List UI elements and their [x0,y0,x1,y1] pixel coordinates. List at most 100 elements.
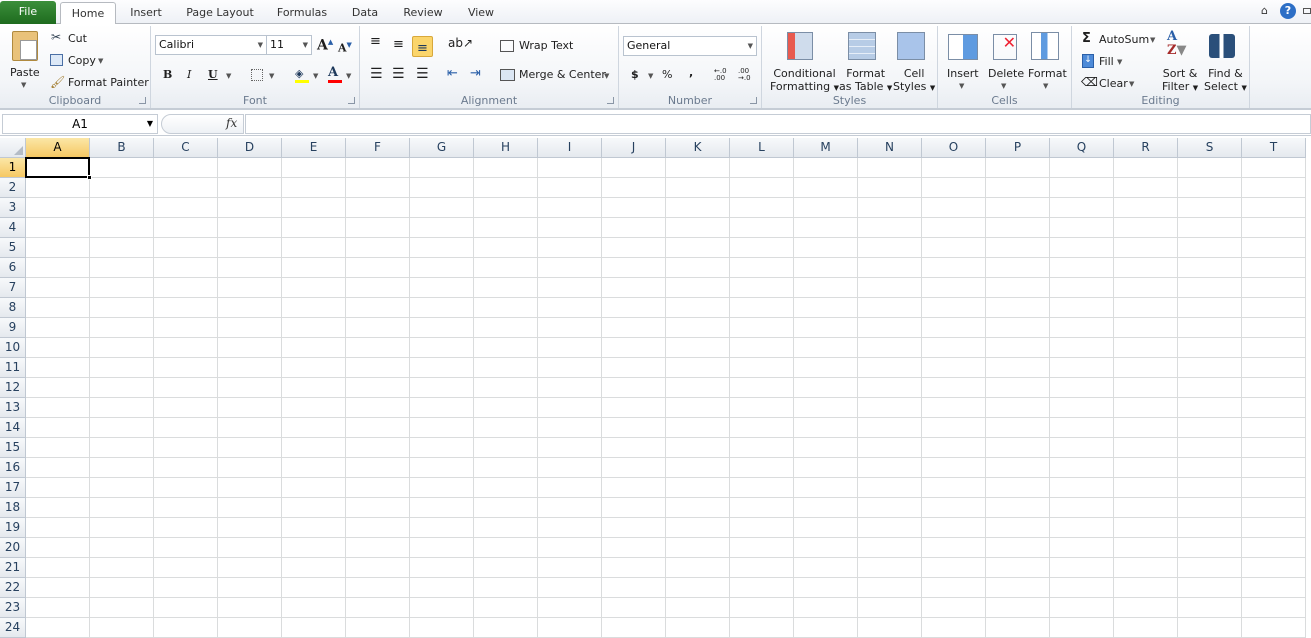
column-header[interactable]: D [218,138,282,158]
cell-R18[interactable] [1114,498,1178,518]
alignment-launcher-icon[interactable] [607,97,614,104]
cell-J12[interactable] [602,378,666,398]
column-header[interactable]: J [602,138,666,158]
cell-D8[interactable] [218,298,282,318]
cell-F5[interactable] [346,238,410,258]
cell-C17[interactable] [154,478,218,498]
cell-S13[interactable] [1178,398,1242,418]
row-header[interactable]: 19 [0,518,26,538]
cell-Q3[interactable] [1050,198,1114,218]
cell-R3[interactable] [1114,198,1178,218]
row-header[interactable]: 21 [0,558,26,578]
cell-G7[interactable] [410,278,474,298]
cell-F18[interactable] [346,498,410,518]
cell-R24[interactable] [1114,618,1178,638]
cell-B3[interactable] [90,198,154,218]
cell-D16[interactable] [218,458,282,478]
cell-D12[interactable] [218,378,282,398]
cell-R10[interactable] [1114,338,1178,358]
cell-S11[interactable] [1178,358,1242,378]
cell-M5[interactable] [794,238,858,258]
row-header[interactable]: 17 [0,478,26,498]
cell-T2[interactable] [1242,178,1306,198]
cell-C24[interactable] [154,618,218,638]
cell-P23[interactable] [986,598,1050,618]
cell-H15[interactable] [474,438,538,458]
cell-N1[interactable] [858,158,922,178]
cell-G22[interactable] [410,578,474,598]
cell-E7[interactable] [282,278,346,298]
cell-F9[interactable] [346,318,410,338]
italic-button[interactable]: I [187,68,191,81]
cell-E15[interactable] [282,438,346,458]
column-header[interactable]: F [346,138,410,158]
cell-G11[interactable] [410,358,474,378]
cell-L14[interactable] [730,418,794,438]
cell-F20[interactable] [346,538,410,558]
number-format-select[interactable]: General ▼ [623,36,757,56]
cell-R9[interactable] [1114,318,1178,338]
cell-D19[interactable] [218,518,282,538]
cell-D2[interactable] [218,178,282,198]
cell-L16[interactable] [730,458,794,478]
cell-E17[interactable] [282,478,346,498]
delete-button[interactable]: Delete [988,67,1024,80]
cell-N10[interactable] [858,338,922,358]
cell-L10[interactable] [730,338,794,358]
cell-F8[interactable] [346,298,410,318]
cell-K6[interactable] [666,258,730,278]
cell-M22[interactable] [794,578,858,598]
cell-J10[interactable] [602,338,666,358]
format-as-table-button[interactable]: Format as Table ▼ [839,67,892,95]
cell-Q2[interactable] [1050,178,1114,198]
cell-G24[interactable] [410,618,474,638]
cell-S1[interactable] [1178,158,1242,178]
cell-T7[interactable] [1242,278,1306,298]
cell-B13[interactable] [90,398,154,418]
cell-T10[interactable] [1242,338,1306,358]
row-header[interactable]: 20 [0,538,26,558]
cell-O14[interactable] [922,418,986,438]
cell-C3[interactable] [154,198,218,218]
merge-center-button[interactable]: Merge & Center [519,68,606,81]
cell-A9[interactable] [26,318,90,338]
font-name-select[interactable]: Calibri ▼ [155,35,267,55]
cell-E24[interactable] [282,618,346,638]
cell-I10[interactable] [538,338,602,358]
cell-K19[interactable] [666,518,730,538]
cell-S23[interactable] [1178,598,1242,618]
cell-M7[interactable] [794,278,858,298]
cell-D17[interactable] [218,478,282,498]
cell-F12[interactable] [346,378,410,398]
cell-C21[interactable] [154,558,218,578]
cell-P13[interactable] [986,398,1050,418]
cell-R22[interactable] [1114,578,1178,598]
cell-J1[interactable] [602,158,666,178]
cell-C10[interactable] [154,338,218,358]
column-header[interactable]: T [1242,138,1306,158]
column-header[interactable]: L [730,138,794,158]
cell-P17[interactable] [986,478,1050,498]
cell-N7[interactable] [858,278,922,298]
clear-button[interactable]: Clear [1099,77,1128,90]
cell-I11[interactable] [538,358,602,378]
cell-G5[interactable] [410,238,474,258]
cell-F6[interactable] [346,258,410,278]
cell-M11[interactable] [794,358,858,378]
cell-D9[interactable] [218,318,282,338]
cell-J16[interactable] [602,458,666,478]
cell-D5[interactable] [218,238,282,258]
cell-I21[interactable] [538,558,602,578]
cell-N21[interactable] [858,558,922,578]
cell-S7[interactable] [1178,278,1242,298]
cell-N23[interactable] [858,598,922,618]
cell-J2[interactable] [602,178,666,198]
cell-P14[interactable] [986,418,1050,438]
cell-N3[interactable] [858,198,922,218]
paste-dropdown-icon[interactable]: ▼ [21,81,26,89]
cell-N12[interactable] [858,378,922,398]
row-header[interactable]: 2 [0,178,26,198]
cell-G1[interactable] [410,158,474,178]
row-header[interactable]: 13 [0,398,26,418]
sort-filter-button[interactable]: Sort & Filter ▼ [1162,67,1198,95]
